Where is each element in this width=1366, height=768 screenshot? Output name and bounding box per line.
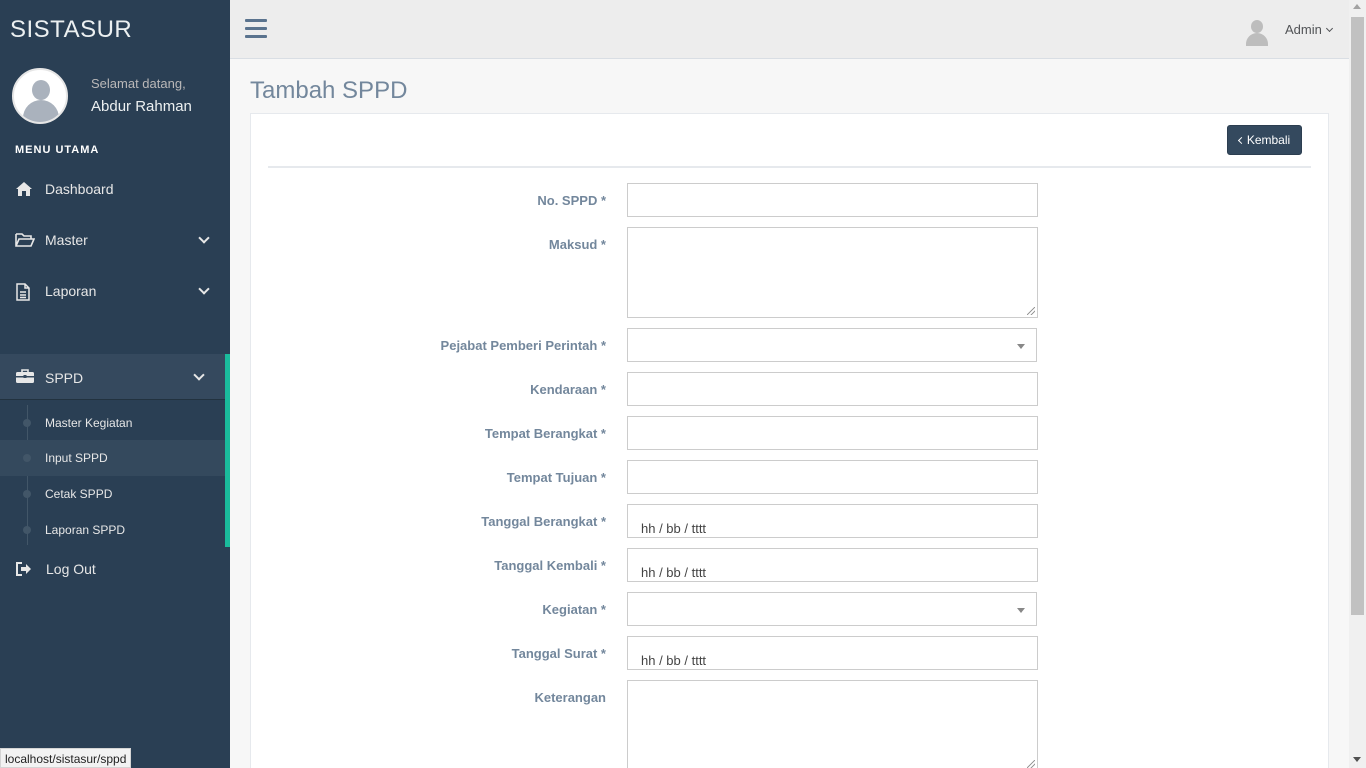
user-name: Abdur Rahman — [91, 98, 192, 115]
folder-open-icon — [15, 232, 36, 248]
submenu-item-label: Master Kegiatan — [45, 416, 133, 430]
bullet-icon — [23, 454, 31, 462]
tanggal-berangkat-input[interactable]: hh / bb / tttt — [627, 504, 1038, 538]
chevron-down-icon — [198, 283, 210, 295]
sidebar-item-dashboard[interactable]: Dashboard — [0, 167, 230, 211]
submenu-item-laporan-sppd[interactable]: Laporan SPPD — [0, 512, 225, 548]
status-bar-url: localhost/sistasur/sppd — [0, 748, 132, 768]
date-placeholder: hh / bb / tttt — [641, 653, 707, 668]
keterangan-textarea[interactable] — [627, 680, 1038, 768]
sidebar-item-label: Laporan — [45, 283, 97, 299]
tempat-berangkat-input[interactable] — [627, 416, 1038, 450]
tempat-tujuan-input[interactable] — [627, 460, 1038, 494]
tempat-tujuan-label: Tempat Tujuan * — [506, 470, 606, 485]
caret-down-icon — [1017, 344, 1025, 349]
page-title: Tambah SPPD — [250, 77, 408, 104]
date-placeholder: hh / bb / tttt — [641, 521, 707, 536]
submenu-item-label: Cetak SPPD — [45, 487, 113, 501]
tanggal-berangkat-label: Tanggal Berangkat * — [481, 514, 606, 529]
sidebar-item-logout[interactable]: Log Out — [0, 547, 230, 591]
brand-logo[interactable]: SISTASUR — [10, 16, 132, 44]
chevron-down-icon — [198, 232, 210, 244]
no-sppd-input[interactable] — [627, 183, 1038, 217]
top-navbar: Admin — [230, 0, 1349, 59]
submenu-item-label: Laporan SPPD — [45, 523, 126, 537]
tanggal-surat-input[interactable]: hh / bb / tttt — [627, 636, 1038, 670]
pejabat-label: Pejabat Pemberi Perintah * — [440, 338, 606, 353]
menu-title: MENU UTAMA — [15, 144, 100, 156]
scroll-down-icon[interactable] — [1353, 757, 1361, 762]
maksud-textarea[interactable] — [627, 227, 1038, 318]
sidebar-item-master[interactable]: Master — [0, 218, 230, 262]
submenu-item-label: Input SPPD — [45, 451, 108, 465]
welcome-text: Selamat datang, — [91, 76, 186, 91]
avatar — [12, 68, 68, 124]
sidebar-item-label: Log Out — [46, 561, 96, 577]
back-button[interactable]: Kembali — [1227, 125, 1302, 155]
user-menu-label[interactable]: Admin — [1285, 22, 1322, 37]
sidebar-item-label: SPPD — [45, 370, 84, 386]
bullet-icon — [23, 490, 31, 498]
scroll-thumb[interactable] — [1351, 17, 1364, 615]
no-sppd-label: No. SPPD * — [537, 193, 606, 208]
menu-toggle-icon[interactable] — [245, 19, 267, 39]
chevron-down-icon — [193, 369, 205, 381]
keterangan-label: Keterangan — [534, 690, 606, 705]
sidebar-item-sppd[interactable]: SPPD — [0, 354, 225, 400]
sign-out-icon — [15, 561, 33, 577]
scroll-up-icon[interactable] — [1353, 4, 1361, 9]
chevron-left-icon — [1237, 136, 1245, 144]
back-button-label: Kembali — [1246, 133, 1291, 147]
user-avatar-icon[interactable] — [1245, 18, 1269, 46]
tanggal-kembali-label: Tanggal Kembali * — [494, 558, 606, 573]
resize-grip-icon[interactable] — [1027, 307, 1035, 315]
pejabat-select[interactable] — [627, 328, 1037, 362]
form-panel: Kembali No. SPPD * Maksud * Pejabat Pemb… — [250, 113, 1329, 768]
briefcase-icon — [15, 368, 35, 389]
tanggal-surat-label: Tanggal Surat * — [511, 646, 606, 661]
tanggal-kembali-input[interactable]: hh / bb / tttt — [627, 548, 1038, 582]
kendaraan-input[interactable] — [627, 372, 1038, 406]
page-scrollbar[interactable] — [1349, 0, 1366, 768]
kendaraan-label: Kendaraan * — [530, 382, 606, 397]
home-icon — [15, 181, 33, 197]
maksud-label: Maksud * — [548, 237, 606, 252]
resize-grip-icon[interactable] — [1027, 760, 1035, 768]
sidebar-item-laporan[interactable]: Laporan — [0, 269, 230, 313]
sidebar-item-label: Master — [45, 232, 88, 248]
sidebar-item-label: Dashboard — [45, 181, 114, 197]
sidebar: SISTASUR Selamat datang, Abdur Rahman ME… — [0, 0, 230, 768]
tempat-berangkat-label: Tempat Berangkat * — [484, 426, 606, 441]
file-text-icon — [15, 283, 33, 301]
bullet-icon — [23, 419, 31, 427]
submenu-item-cetak-sppd[interactable]: Cetak SPPD — [0, 476, 225, 512]
kegiatan-label: Kegiatan * — [542, 602, 606, 617]
caret-down-icon — [1017, 608, 1025, 613]
kegiatan-select[interactable] — [627, 592, 1037, 626]
chevron-down-icon[interactable] — [1325, 24, 1334, 33]
date-placeholder: hh / bb / tttt — [641, 565, 707, 580]
bullet-icon — [23, 526, 31, 534]
submenu-item-input-sppd[interactable]: Input SPPD — [0, 440, 225, 476]
submenu-item-master-kegiatan[interactable]: Master Kegiatan — [0, 405, 225, 441]
divider — [268, 166, 1311, 168]
